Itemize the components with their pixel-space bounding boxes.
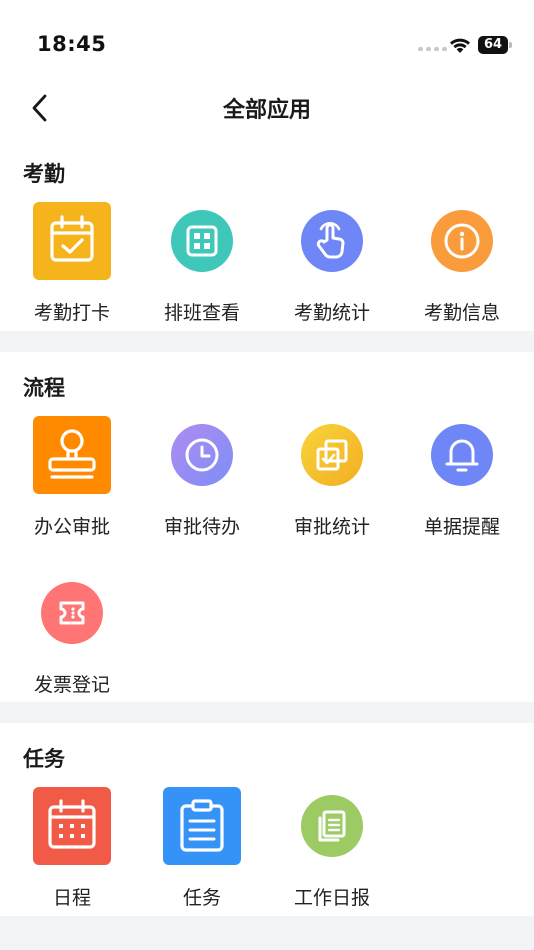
app-label: 考勤统计 bbox=[293, 302, 370, 324]
status-time: 18:45 bbox=[37, 32, 107, 56]
documents-icon bbox=[301, 795, 363, 857]
section-divider bbox=[0, 702, 534, 723]
section-attendance: 考勤 考勤打卡 排班查看 考勤统计 考勤信息 bbox=[0, 158, 534, 330]
copy-check-icon bbox=[301, 424, 363, 486]
app-schedule[interactable]: 日程 bbox=[7, 787, 137, 917]
section-divider bbox=[0, 916, 534, 950]
signal-icon bbox=[418, 47, 447, 51]
app-label: 排班查看 bbox=[163, 302, 240, 324]
calendar-check-icon bbox=[33, 202, 111, 280]
app-label: 审批待办 bbox=[163, 516, 240, 538]
wifi-icon bbox=[450, 38, 470, 53]
app-shift-schedule[interactable]: 排班查看 bbox=[137, 202, 267, 332]
app-attendance-clock-in[interactable]: 考勤打卡 bbox=[7, 202, 137, 332]
app-label: 发票登记 bbox=[33, 674, 110, 696]
section-title: 任务 bbox=[23, 747, 65, 771]
app-label: 单据提醒 bbox=[423, 516, 500, 538]
app-office-approval[interactable]: 办公审批 bbox=[7, 416, 137, 546]
battery-level: 64 bbox=[478, 36, 508, 54]
app-label: 工作日报 bbox=[293, 887, 370, 909]
app-label: 任务 bbox=[182, 887, 221, 909]
app-label: 考勤打卡 bbox=[33, 302, 110, 324]
app-daily-report[interactable]: 工作日报 bbox=[267, 787, 397, 917]
grid-icon bbox=[171, 210, 233, 272]
app-attendance-info[interactable]: 考勤信息 bbox=[397, 202, 527, 332]
status-bar: 18:45 64 bbox=[0, 0, 534, 88]
clock-icon bbox=[171, 424, 233, 486]
bell-icon bbox=[431, 424, 493, 486]
app-label: 审批统计 bbox=[293, 516, 370, 538]
app-label: 考勤信息 bbox=[423, 302, 500, 324]
section-workflow: 流程 办公审批 审批待办 审批统计 单据提醒 发票登记 bbox=[0, 372, 534, 702]
calendar-icon bbox=[33, 787, 111, 865]
pointer-hand-icon bbox=[301, 210, 363, 272]
stamp-icon bbox=[33, 416, 111, 494]
nav-bar: 全部应用 bbox=[0, 88, 534, 128]
app-approval-todo[interactable]: 审批待办 bbox=[137, 416, 267, 546]
app-attendance-stats[interactable]: 考勤统计 bbox=[267, 202, 397, 332]
battery-icon: 64 bbox=[478, 36, 512, 54]
app-label: 日程 bbox=[52, 887, 91, 909]
section-title: 考勤 bbox=[23, 162, 65, 186]
section-title: 流程 bbox=[23, 376, 65, 400]
app-document-reminder[interactable]: 单据提醒 bbox=[397, 416, 527, 546]
section-tasks: 任务 日程 任务 工作日报 bbox=[0, 743, 534, 916]
page-title: 全部应用 bbox=[222, 98, 311, 123]
app-tasks[interactable]: 任务 bbox=[137, 787, 267, 917]
clipboard-icon bbox=[163, 787, 241, 865]
app-label: 办公审批 bbox=[33, 516, 110, 538]
app-invoice-registration[interactable]: 发票登记 bbox=[7, 574, 137, 704]
section-divider bbox=[0, 331, 534, 352]
info-icon bbox=[431, 210, 493, 272]
ticket-icon bbox=[41, 582, 103, 644]
app-approval-stats[interactable]: 审批统计 bbox=[267, 416, 397, 546]
